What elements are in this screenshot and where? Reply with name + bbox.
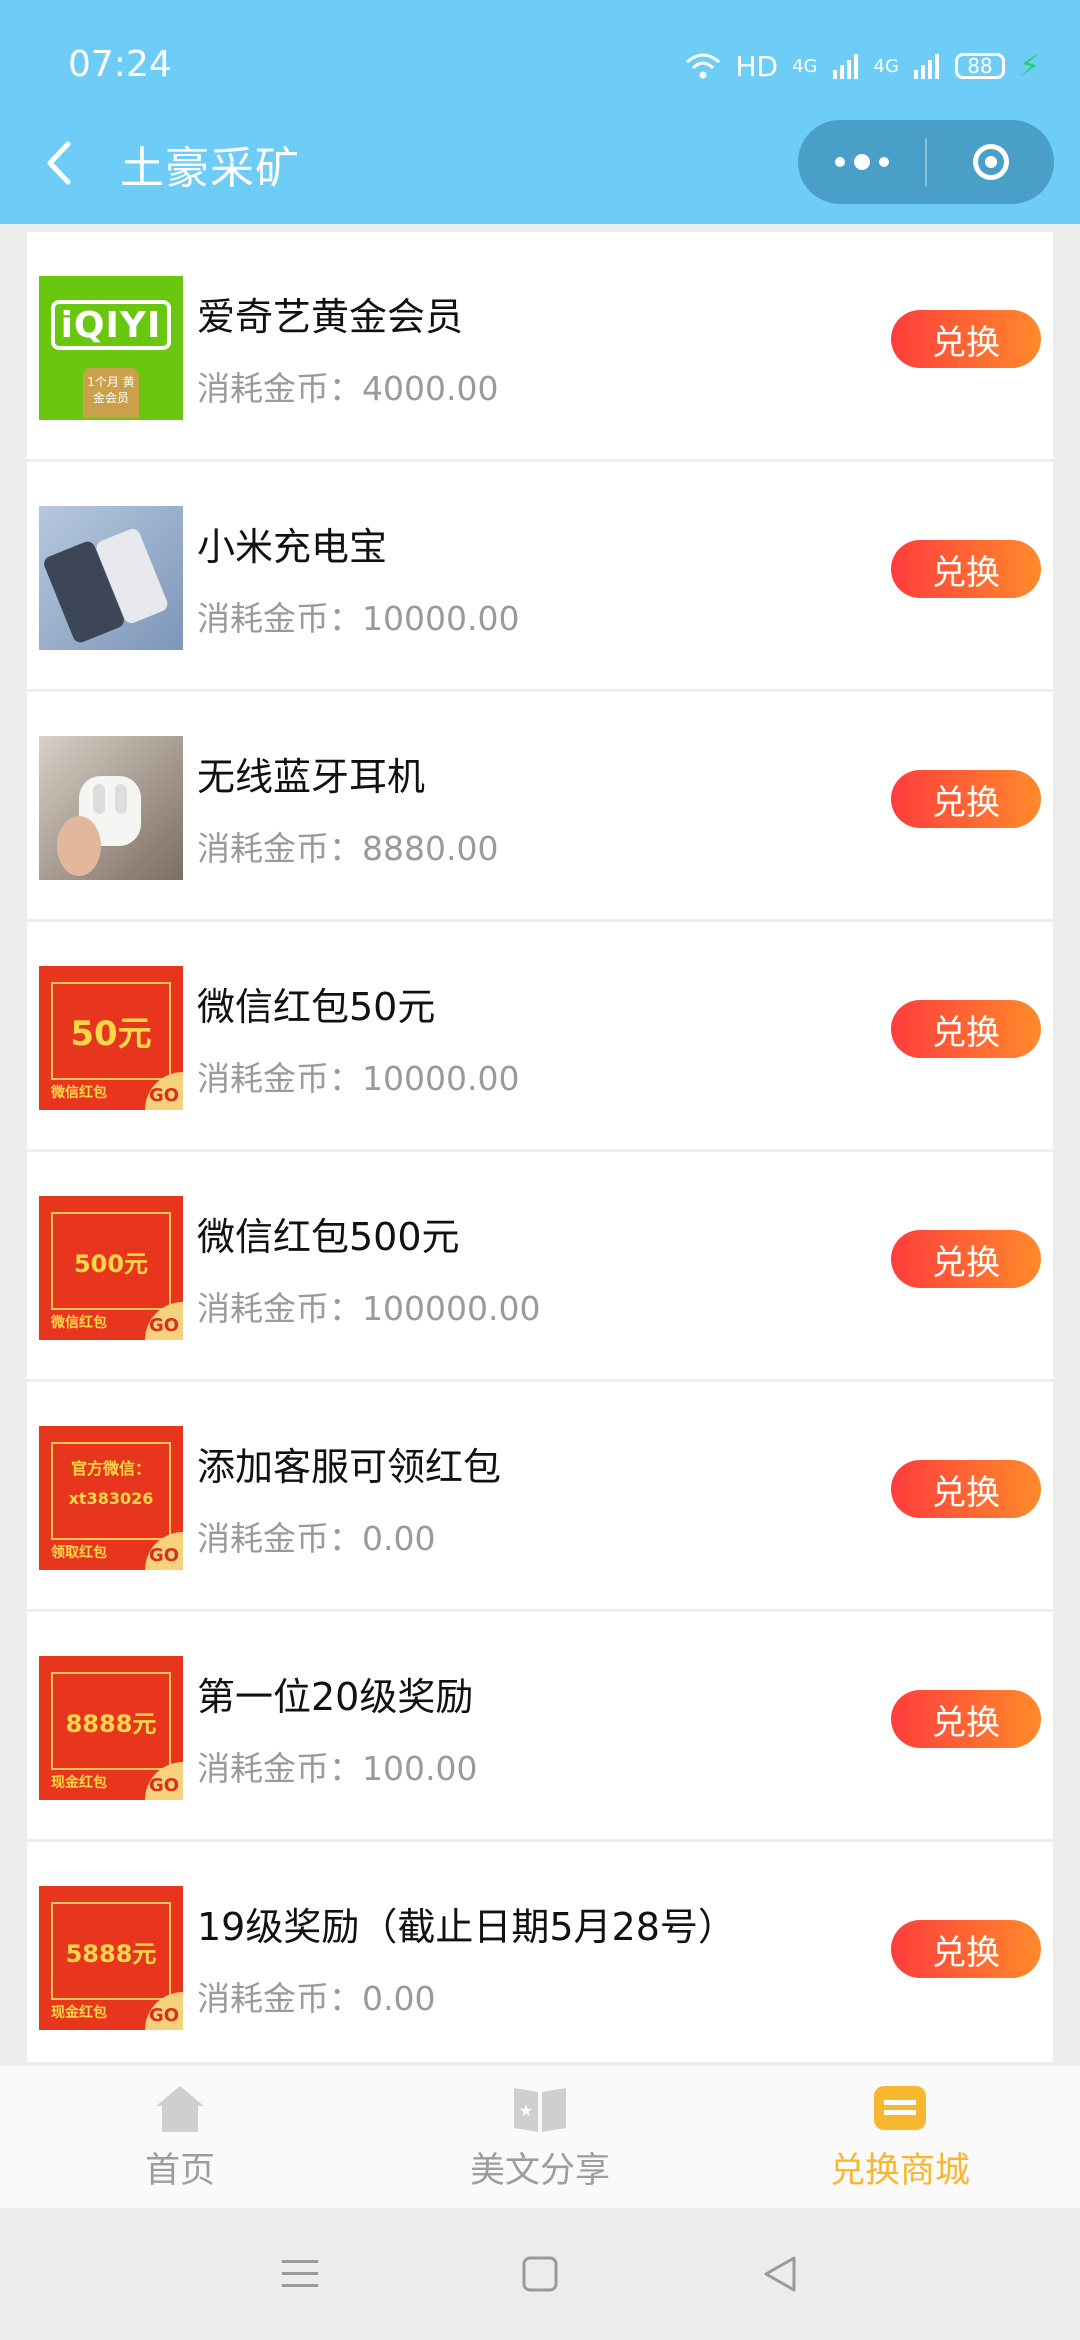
product-cost: 消耗金币：8880.00 [197, 829, 499, 868]
article-icon: ★ [514, 2088, 566, 2132]
signal-icon [832, 54, 858, 79]
thumb-amount: 官方微信：xt383026 [68, 1459, 154, 1508]
product-cost: 消耗金币：10000.00 [197, 599, 520, 638]
product-thumbnail: 500元 微信红包 GO [39, 1196, 183, 1340]
battery-level: 88 [967, 54, 993, 78]
charging-icon: ⚡ [1018, 48, 1040, 84]
exchange-button[interactable]: 兑换 [891, 1000, 1041, 1058]
status-time: 07:24 [68, 44, 172, 85]
product-thumbnail [39, 736, 183, 880]
exchange-button[interactable]: 兑换 [891, 1920, 1041, 1978]
list-item: 无线蓝牙耳机 消耗金币：8880.00 兑换 [27, 692, 1053, 922]
list-item: iQIYI 1个月 黄金会员 爱奇艺黄金会员 消耗金币：4000.00 兑换 [27, 232, 1053, 462]
thumb-amount: 8888元 [65, 1710, 157, 1738]
menu-icon[interactable] [280, 2256, 320, 2292]
tab-articles[interactable]: ★ 美文分享 [360, 2066, 720, 2208]
product-thumbnail: 50元 微信红包 GO [39, 966, 183, 1110]
thumb-subtitle: 1个月 黄金会员 [83, 368, 139, 418]
thumb-amount: 500元 [73, 1250, 149, 1278]
system-nav-bar [0, 2208, 1080, 2340]
product-cost: 消耗金币：100.00 [197, 1749, 478, 1788]
product-cost: 消耗金币：4000.00 [197, 369, 499, 408]
thumb-amount: 5888元 [65, 1940, 157, 1968]
exchange-button[interactable]: 兑换 [891, 1460, 1041, 1518]
close-target-icon [972, 144, 1009, 180]
power-bank-image [44, 529, 168, 643]
thumb-amount: 50元 [70, 1014, 152, 1054]
product-name: 小米充电宝 [197, 525, 388, 569]
more-button[interactable] [798, 120, 925, 204]
tab-label: 首页 [144, 2151, 215, 2191]
product-name: 添加客服可领红包 [197, 1445, 502, 1489]
back-icon[interactable] [40, 138, 80, 188]
wifi-icon [686, 53, 721, 79]
tab-shop[interactable]: 兑换商城 [720, 2066, 1080, 2208]
shop-icon [874, 2086, 926, 2130]
tab-bar: 首页 ★ 美文分享 兑换商城 [0, 2066, 1080, 2208]
product-cost: 消耗金币：100000.00 [197, 1289, 541, 1328]
product-thumbnail: iQIYI 1个月 黄金会员 [39, 276, 183, 420]
status-icons: HD 4G 4G 88 ⚡ [685, 46, 1040, 86]
iqiyi-logo: iQIYI [51, 300, 171, 350]
thumb-subtitle: 微信红包 [51, 1315, 107, 1331]
product-name: 微信红包50元 [197, 985, 436, 1029]
exchange-button[interactable]: 兑换 [891, 1230, 1041, 1288]
tab-label: 兑换商城 [829, 2151, 970, 2191]
product-cost: 消耗金币：0.00 [197, 1519, 436, 1558]
svg-text:★: ★ [519, 2101, 533, 2120]
product-thumbnail [39, 506, 183, 650]
back-triangle-icon[interactable] [760, 2254, 800, 2294]
page-title: 土豪采矿 [120, 143, 300, 194]
home-icon [156, 2086, 204, 2132]
exchange-button[interactable]: 兑换 [891, 540, 1041, 598]
exchange-button[interactable]: 兑换 [891, 310, 1041, 368]
exchange-button[interactable]: 兑换 [891, 1690, 1041, 1748]
product-name: 19级奖励（截止日期5月28号） [197, 1905, 736, 1949]
list-item: 小米充电宝 消耗金币：10000.00 兑换 [27, 462, 1053, 692]
close-miniapp-button[interactable] [927, 120, 1054, 204]
miniapp-capsule [798, 120, 1054, 204]
signal-4g-label-2: 4G [873, 55, 899, 77]
list-item: 8888元 现金红包 GO 第一位20级奖励 消耗金币：100.00 兑换 [27, 1612, 1053, 1842]
product-thumbnail: 8888元 现金红包 GO [39, 1656, 183, 1800]
signal-icon-2 [913, 54, 939, 79]
product-name: 微信红包500元 [197, 1215, 460, 1259]
network-label: HD [735, 49, 779, 83]
thumb-subtitle: 现金红包 [51, 2005, 107, 2021]
product-cost: 消耗金币：0.00 [197, 1979, 436, 2018]
thumb-subtitle: 现金红包 [51, 1775, 107, 1791]
earbuds-image [57, 776, 141, 876]
list-item: 官方微信：xt383026 领取红包 GO 添加客服可领红包 消耗金币：0.00… [27, 1382, 1053, 1612]
header: 07:24 HD 4G 4G 88 ⚡ 土豪采矿 [0, 0, 1080, 224]
product-name: 第一位20级奖励 [197, 1675, 474, 1719]
thumb-subtitle: 领取红包 [51, 1545, 107, 1561]
list-item: 500元 微信红包 GO 微信红包500元 消耗金币：100000.00 兑换 [27, 1152, 1053, 1382]
home-square-icon[interactable] [520, 2254, 560, 2294]
signal-4g-label: 4G [792, 55, 818, 77]
list-item: 5888元 现金红包 GO 19级奖励（截止日期5月28号） 消耗金币：0.00… [27, 1842, 1053, 2062]
nav-bar: 土豪采矿 [0, 120, 1080, 204]
product-thumbnail: 官方微信：xt383026 领取红包 GO [39, 1426, 183, 1570]
more-icon [834, 154, 889, 170]
thumb-subtitle: 微信红包 [51, 1085, 107, 1101]
list-item: 50元 微信红包 GO 微信红包50元 消耗金币：10000.00 兑换 [27, 922, 1053, 1152]
product-cost: 消耗金币：10000.00 [197, 1059, 520, 1098]
exchange-button[interactable]: 兑换 [891, 770, 1041, 828]
tab-label: 美文分享 [469, 2151, 610, 2191]
tab-home[interactable]: 首页 [0, 2066, 360, 2208]
product-thumbnail: 5888元 现金红包 GO [39, 1886, 183, 2030]
product-list: iQIYI 1个月 黄金会员 爱奇艺黄金会员 消耗金币：4000.00 兑换 小… [27, 232, 1053, 2062]
product-name: 爱奇艺黄金会员 [197, 295, 464, 339]
product-name: 无线蓝牙耳机 [197, 755, 426, 799]
battery-icon: 88 [954, 53, 1005, 79]
